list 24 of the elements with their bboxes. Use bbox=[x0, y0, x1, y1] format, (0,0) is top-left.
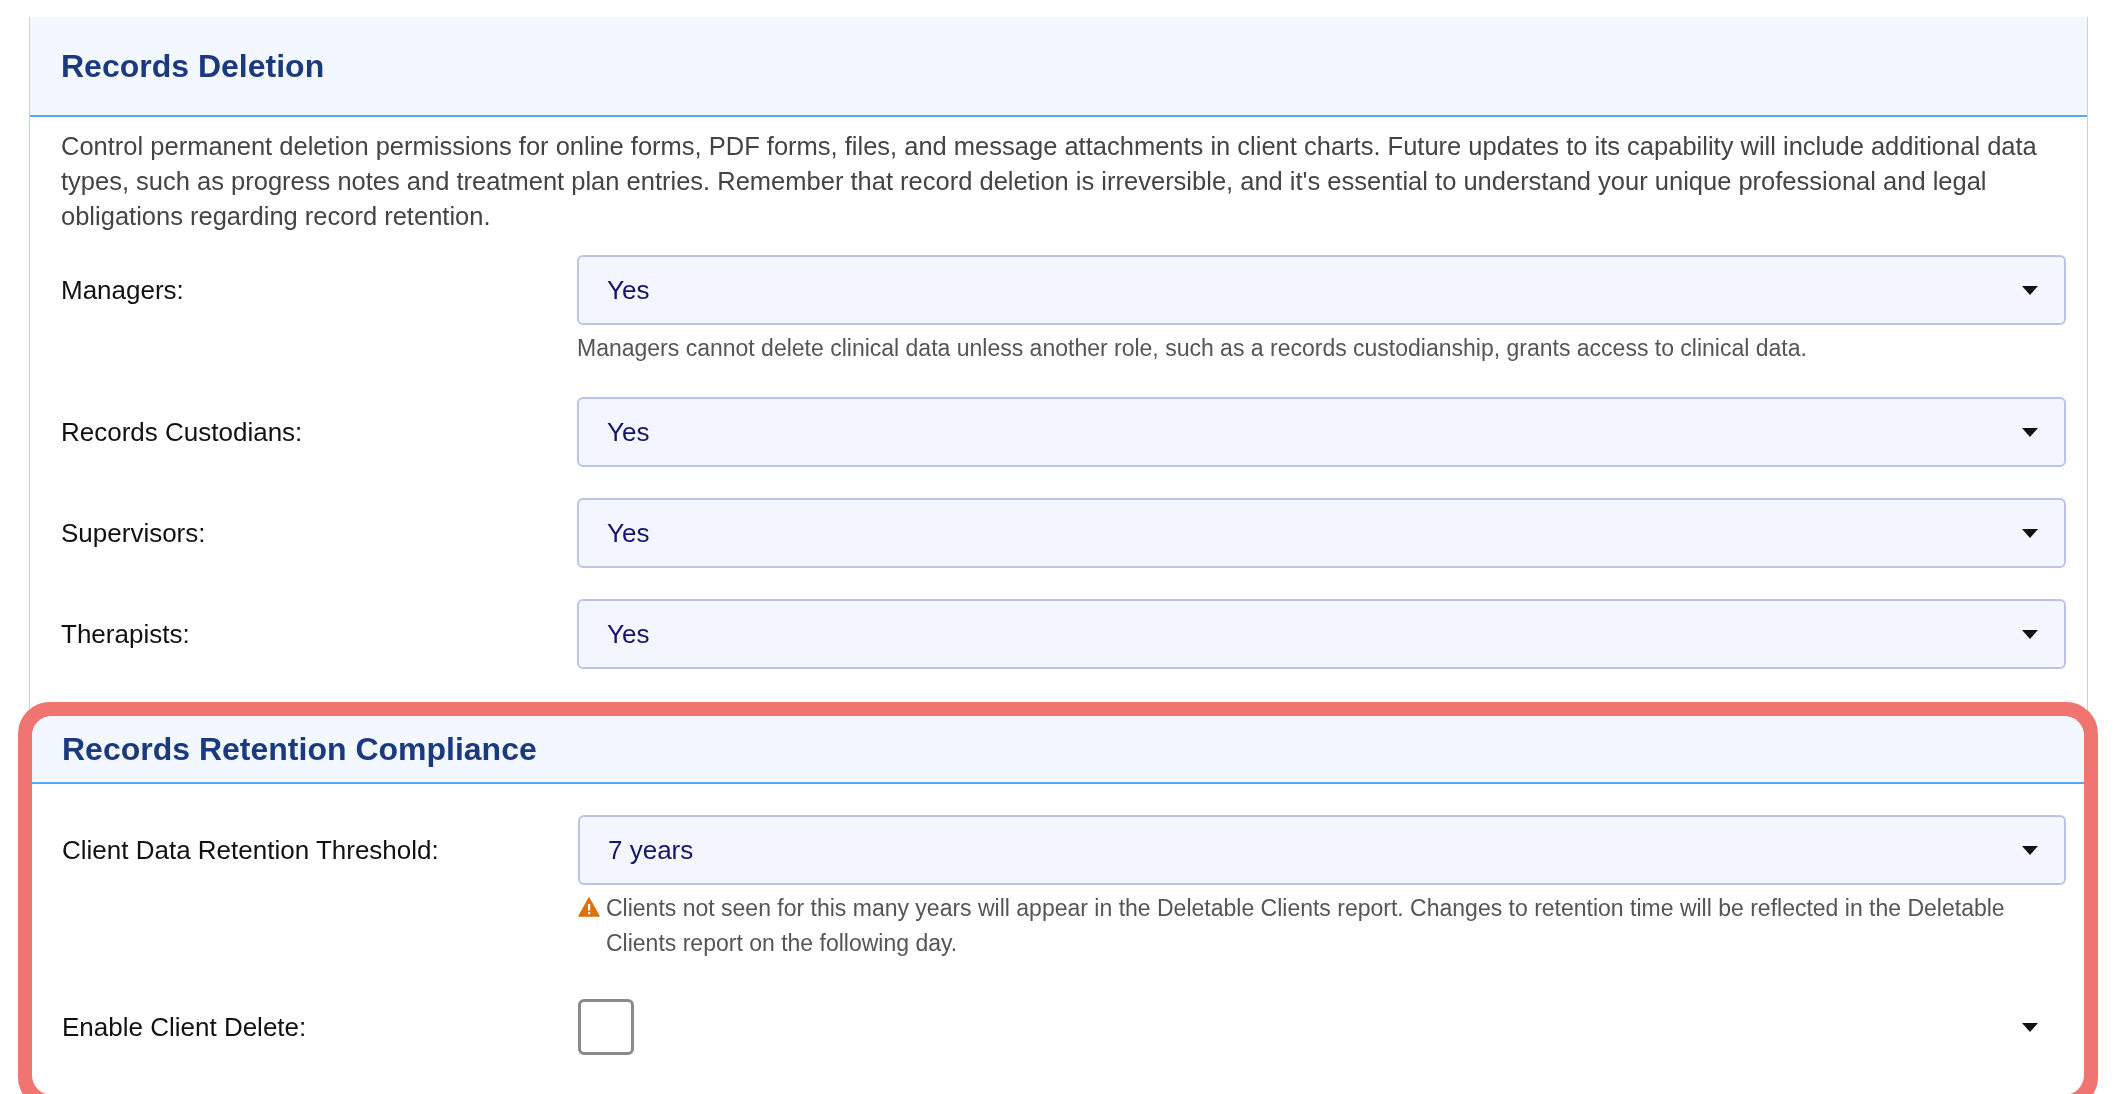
field-label: Client Data Retention Threshold: bbox=[62, 833, 439, 867]
dropdown-caret-icon bbox=[2022, 1022, 2038, 1032]
checkbox[interactable] bbox=[578, 999, 634, 1055]
field-label: Managers: bbox=[61, 273, 184, 307]
dropdown-caret-icon bbox=[2022, 845, 2038, 855]
field-label: Therapists: bbox=[61, 617, 190, 651]
field-label: Supervisors: bbox=[61, 516, 206, 550]
dropdown-caret-icon bbox=[2022, 629, 2038, 639]
field-label: Records Custodians: bbox=[61, 415, 303, 449]
help-text: Clients not seen for this many years will appear in the Deletable Clients report. Changes to retention time will be reflected in the Deletable Clients report on the following day. bbox=[606, 894, 2006, 958]
dropdown-select[interactable]: Yes bbox=[577, 599, 2066, 669]
dropdown-caret-icon bbox=[2022, 427, 2038, 437]
dropdown-select[interactable]: Yes bbox=[577, 255, 2066, 325]
section-header: Records Retention Compliance bbox=[32, 716, 2084, 784]
dropdown-caret-icon bbox=[2022, 528, 2038, 538]
warning-icon bbox=[578, 897, 600, 917]
section-header: Records Deletion bbox=[30, 17, 2087, 117]
dropdown-caret-icon bbox=[2022, 285, 2038, 295]
field-label: Enable Client Delete: bbox=[62, 1010, 307, 1044]
section-description: Control permanent deletion permissions for online forms, PDF forms, files, and message attachments in client charts. Future updates to its capability will include additional data types, such as progress notes and treatment plan entries. Remember that record deletion is irreversible, and it's essential to understand your unique professional and legal obligations regarding record retention. bbox=[61, 131, 2038, 232]
dropdown-select[interactable]: Yes bbox=[577, 498, 2066, 568]
help-text: Managers cannot delete clinical data unless another role, such as a records custodianship, grants access to clinical data. bbox=[577, 334, 1807, 363]
dropdown-select[interactable]: 7 years bbox=[578, 815, 2066, 885]
dropdown-select[interactable]: Yes bbox=[577, 397, 2066, 467]
